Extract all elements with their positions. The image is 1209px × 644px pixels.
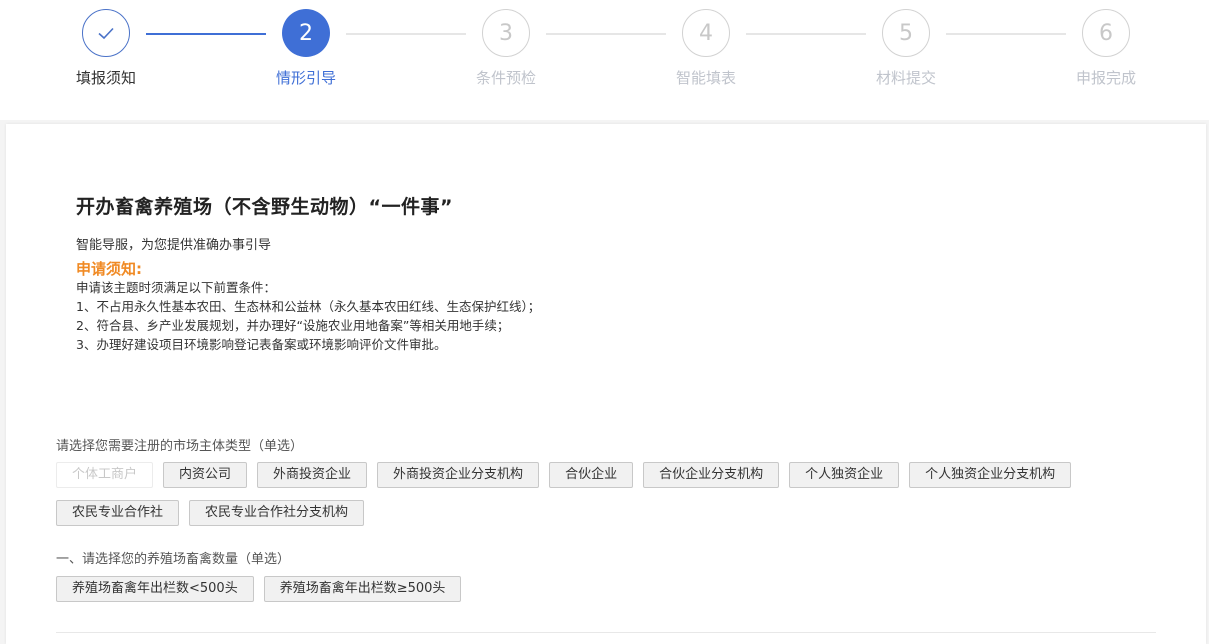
option-livestock-500-plus[interactable]: 养殖场畜禽年出栏数≥500头	[263, 576, 462, 602]
notice-line: 申请该主题时须满足以下前置条件：	[76, 280, 277, 295]
step-4-label: 智能填表	[675, 69, 736, 87]
option-livestock-under-500[interactable]: 养殖场畜禽年出栏数<500头	[56, 576, 254, 602]
section-divider	[56, 632, 1156, 633]
step-2-label: 情形引导	[275, 69, 336, 87]
step-2-circle: 2	[282, 9, 330, 57]
option-partnership[interactable]: 合伙企业	[549, 462, 634, 488]
step-3-circle: 3	[482, 9, 530, 57]
step-5-circle: 5	[882, 9, 930, 57]
step-4: 4 智能填表	[646, 9, 766, 88]
option-domestic-company[interactable]: 内资公司	[163, 462, 248, 488]
step-6-circle: 6	[1082, 9, 1130, 57]
notice-line: 3、办理好建设项目环境影响登记表备案或环境影响评价文件审批。	[76, 337, 447, 352]
step-2: 2 情形引导	[246, 9, 366, 88]
page-title: 开办畜禽养殖场（不含野生动物）“一件事”	[76, 196, 453, 218]
entity-type-question: 请选择您需要注册的市场主体类型（单选）	[56, 439, 304, 454]
notice-line: 1、不占用永久性基本农田、生态林和公益林（永久基本农田红线、生态保护红线）；	[76, 299, 541, 314]
step-5: 5 材料提交	[846, 9, 966, 88]
step-6-label: 申报完成	[1075, 69, 1136, 87]
guide-card: 开办畜禽养殖场（不含野生动物）“一件事” 智能导服，为您提供准确办事引导 申请须…	[6, 124, 1206, 644]
livestock-count-question: 一、请选择您的养殖场畜禽数量（单选）	[56, 552, 291, 567]
step-3-label: 条件预检	[475, 69, 536, 87]
option-foreign-invested-enterprise[interactable]: 外商投资企业	[257, 462, 368, 488]
option-farmer-cooperative[interactable]: 农民专业合作社	[56, 500, 180, 526]
step-4-circle: 4	[682, 9, 730, 57]
step-progress-bar: 填报须知 2 情形引导 3 条件预检 4 智能填表 5 材料提交 6 申报完成	[0, 0, 1209, 120]
livestock-count-options: 养殖场畜禽年出栏数<500头 养殖场畜禽年出栏数≥500头	[56, 576, 462, 602]
step-6: 6 申报完成	[1046, 9, 1166, 88]
option-individual-business: 个体工商户	[56, 462, 154, 488]
option-partnership-branch[interactable]: 合伙企业分支机构	[643, 462, 780, 488]
page-subtitle: 智能导服，为您提供准确办事引导	[76, 238, 272, 253]
step-5-label: 材料提交	[875, 69, 936, 87]
step-1-circle	[82, 9, 130, 57]
option-sole-proprietorship[interactable]: 个人独资企业	[789, 462, 900, 488]
notice-line: 2、符合县、乡产业发展规划，并办理好“设施农业用地备案”等相关用地手续；	[76, 318, 510, 333]
step-3: 3 条件预检	[446, 9, 566, 88]
option-sole-proprietorship-branch[interactable]: 个人独资企业分支机构	[909, 462, 1072, 488]
step-1-label: 填报须知	[75, 69, 136, 87]
entity-type-options-row-1: 个体工商户 内资公司 外商投资企业 外商投资企业分支机构 合伙企业 合伙企业分支…	[56, 462, 1072, 488]
option-foreign-invested-branch[interactable]: 外商投资企业分支机构	[377, 462, 540, 488]
notice-list: 申请该主题时须满足以下前置条件： 1、不占用永久性基本农田、生态林和公益林（永久…	[76, 278, 540, 354]
step-1: 填报须知	[46, 9, 166, 88]
entity-type-options-row-2: 农民专业合作社 农民专业合作社分支机构	[56, 500, 365, 526]
option-farmer-cooperative-branch[interactable]: 农民专业合作社分支机构	[189, 500, 365, 526]
notice-title: 申请须知:	[76, 260, 142, 278]
check-icon	[98, 27, 114, 40]
